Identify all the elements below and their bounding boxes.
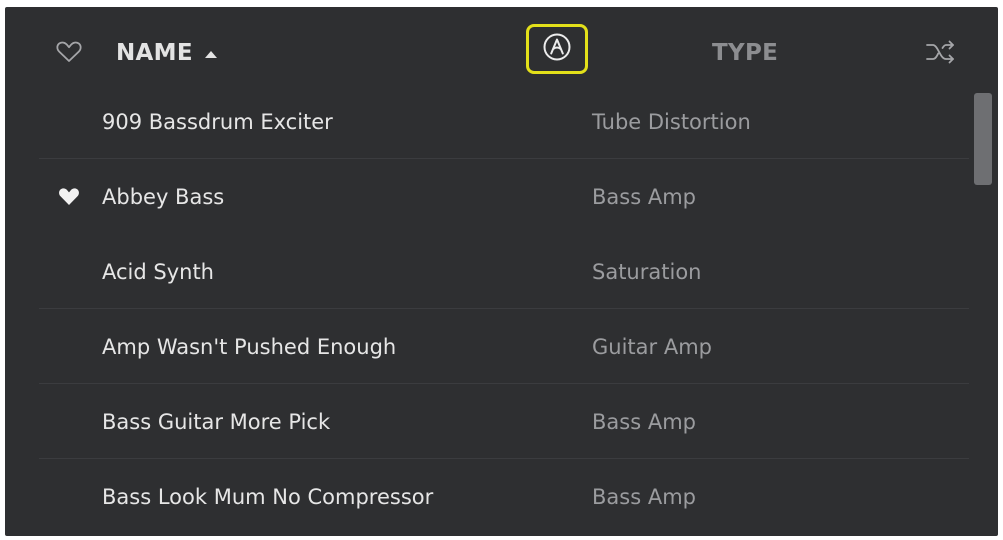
favorites-filter-heart-icon[interactable] xyxy=(56,41,82,63)
shuffle-icon[interactable] xyxy=(924,37,958,67)
preset-name: 909 Bassdrum Exciter xyxy=(102,109,333,134)
preset-type: Bass Amp xyxy=(592,409,696,434)
preset-type: Bass Amp xyxy=(592,184,696,209)
preset-type: Bass Amp xyxy=(592,484,696,509)
preset-browser-panel: NAME TYPE 909 Bassdrum Exciter Tube Dist… xyxy=(5,7,998,536)
preset-row[interactable]: Acid Synth Saturation xyxy=(5,234,970,309)
name-column-header[interactable]: NAME xyxy=(116,38,217,68)
scrollbar-thumb[interactable] xyxy=(974,93,992,185)
type-column-header[interactable]: TYPE xyxy=(712,38,778,68)
name-column-label: NAME xyxy=(116,40,193,66)
preset-name: Bass Look Mum No Compressor xyxy=(102,484,434,509)
preset-type: Tube Distortion xyxy=(592,109,751,134)
preset-row[interactable]: 909 Bassdrum Exciter Tube Distortion xyxy=(5,84,970,159)
preset-name: Bass Guitar More Pick xyxy=(102,409,331,434)
preset-name: Acid Synth xyxy=(102,259,214,284)
vendor-filter-button[interactable] xyxy=(526,24,588,74)
favorite-heart-icon[interactable] xyxy=(58,187,80,206)
preset-type: Saturation xyxy=(592,259,702,284)
sort-ascending-icon xyxy=(204,50,217,58)
preset-name: Abbey Bass xyxy=(102,184,225,209)
preset-type: Guitar Amp xyxy=(592,334,712,359)
list-header: NAME TYPE xyxy=(5,7,998,84)
preset-row[interactable]: Bass Guitar More Pick Bass Amp xyxy=(5,384,970,459)
preset-row[interactable]: Amp Wasn't Pushed Enough Guitar Amp xyxy=(5,309,970,384)
preset-name: Amp Wasn't Pushed Enough xyxy=(102,334,397,359)
circle-a-logo-icon xyxy=(542,32,572,66)
preset-row[interactable]: Abbey Bass Bass Amp xyxy=(5,159,970,234)
preset-row[interactable]: Bass Look Mum No Compressor Bass Amp xyxy=(5,459,970,534)
